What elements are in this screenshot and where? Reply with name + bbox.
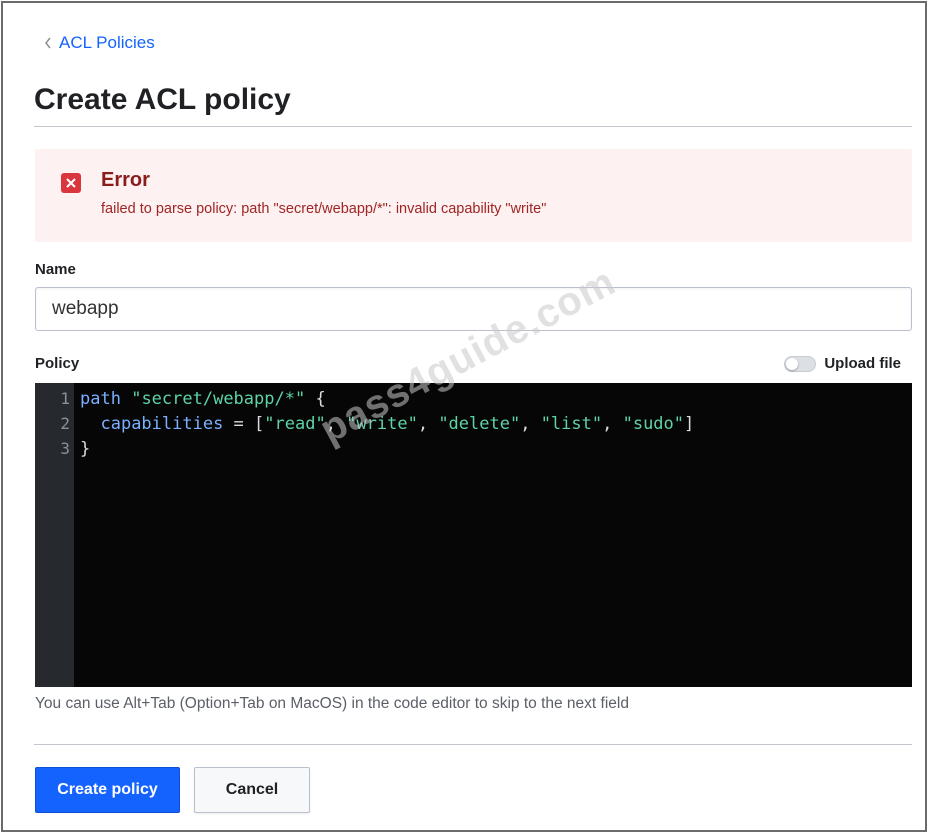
name-label: Name (35, 261, 76, 278)
page-title: Create ACL policy (34, 83, 291, 116)
policy-code-editor[interactable]: 1 2 3 path "secret/webapp/*" { capabilit… (35, 383, 912, 687)
create-policy-button[interactable]: Create policy (35, 767, 180, 813)
line-number: 3 (60, 439, 70, 458)
editor-gutter: 1 2 3 (35, 383, 74, 687)
error-title: Error (101, 169, 150, 191)
name-input[interactable] (35, 287, 912, 331)
editor-hint: You can use Alt+Tab (Option+Tab on MacOS… (35, 695, 629, 712)
page-frame: ACL Policies Create ACL policy Error fai… (1, 1, 927, 832)
code-line: path "secret/webapp/*" { (80, 389, 326, 409)
cancel-button[interactable]: Cancel (194, 767, 310, 813)
error-message: failed to parse policy: path "secret/web… (101, 201, 547, 217)
upload-file-toggle[interactable] (784, 355, 817, 372)
error-icon (61, 173, 81, 193)
upload-file-toggle-group: Upload file (784, 355, 901, 372)
chevron-left-icon (45, 37, 51, 49)
error-alert: Error failed to parse policy: path "secr… (35, 149, 912, 242)
breadcrumb-link-acl-policies[interactable]: ACL Policies (59, 33, 155, 53)
toggle-knob (786, 357, 799, 370)
form-divider (34, 744, 912, 745)
breadcrumb[interactable]: ACL Policies (43, 33, 155, 53)
code-line: capabilities = ["read", "write", "delete… (100, 414, 695, 434)
line-number: 2 (60, 414, 70, 433)
title-divider (34, 126, 912, 127)
line-number: 1 (60, 389, 70, 408)
upload-file-label: Upload file (824, 355, 901, 372)
code-line: } (80, 439, 91, 459)
policy-label: Policy (35, 355, 80, 372)
